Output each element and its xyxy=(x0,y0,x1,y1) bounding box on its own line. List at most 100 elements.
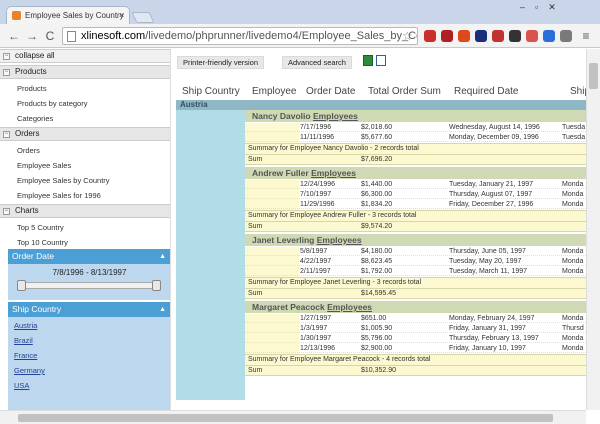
col-total-order-sum[interactable]: Total Order Sum xyxy=(368,86,441,97)
date-range: 7/8/1996 - 8/13/1997 xyxy=(52,268,127,277)
country-link-germany[interactable]: Germany xyxy=(14,366,45,375)
forward-arrow-icon[interactable]: → xyxy=(24,28,40,44)
ship-date: Monda xyxy=(562,335,584,342)
sidebar-item-categories[interactable]: Categories xyxy=(17,114,53,123)
employee-group-header: Margaret Peacock Employees xyxy=(245,301,586,313)
col-ship[interactable]: Ship xyxy=(570,86,586,97)
country-link-austria[interactable]: Austria xyxy=(14,321,37,330)
col-ship-country[interactable]: Ship Country xyxy=(182,86,240,97)
country-link-france[interactable]: France xyxy=(14,351,37,360)
vertical-scroll-thumb[interactable] xyxy=(589,63,598,89)
employee-sum-row: Sum $10,352.90 xyxy=(245,365,586,376)
extension-icon[interactable] xyxy=(560,30,572,42)
sidebar-item-employee-sales-1996[interactable]: Employee Sales for 1996 xyxy=(17,191,101,200)
sidebar-item-employee-sales[interactable]: Employee Sales xyxy=(17,161,71,170)
section-charts[interactable]: − Charts xyxy=(0,204,170,218)
required-date: Thursday, August 07, 1997 xyxy=(449,191,533,198)
collapse-box-icon: − xyxy=(3,131,10,138)
col-required-date[interactable]: Required Date xyxy=(454,86,518,97)
employee-name: Andrew Fuller xyxy=(252,168,309,178)
vertical-scrollbar[interactable] xyxy=(586,49,600,410)
required-date: Wednesday, August 14, 1996 xyxy=(449,124,540,131)
window-controls[interactable]: –▫✕ xyxy=(520,2,566,13)
slider-min-handle[interactable] xyxy=(17,280,26,291)
sidebar-item-orders[interactable]: Orders xyxy=(17,146,40,155)
order-row: 12/13/1996 $2,900.00 Friday, January 10, 1… xyxy=(245,344,586,353)
excel-export-icon[interactable] xyxy=(363,55,373,66)
sidebar-item-top5[interactable]: Top 5 Country xyxy=(17,223,64,232)
url-host: xlinesoft.com xyxy=(81,30,146,42)
order-date-panel: 7/8/1996 - 8/13/1997 xyxy=(8,264,170,300)
printer-friendly-button[interactable]: Printer-friendly version xyxy=(177,56,265,69)
collapse-triangle-icon[interactable]: ▲ xyxy=(159,249,166,264)
sidebar-item-employee-sales-by-country[interactable]: Employee Sales by Country xyxy=(17,176,110,185)
employees-link[interactable]: Employees xyxy=(311,168,356,178)
order-date: 1/27/1997 xyxy=(300,315,332,322)
report-area: Printer-friendly version Advanced search… xyxy=(172,49,586,410)
sidebar-item-top10[interactable]: Top 10 Country xyxy=(17,238,68,247)
employees-link[interactable]: Employees xyxy=(313,111,358,121)
sum-value: $9,574.20 xyxy=(361,223,393,230)
extension-icon[interactable] xyxy=(424,30,436,42)
country-link-brazil[interactable]: Brazil xyxy=(14,336,33,345)
order-sum: $651.00 xyxy=(361,315,387,322)
ship-date: Monda xyxy=(562,258,584,265)
order-date: 11/11/1996 xyxy=(300,134,334,141)
employee-group-header: Nancy Davolio Employees xyxy=(245,110,586,122)
close-tab-icon[interactable]: × xyxy=(119,7,124,24)
employees-link[interactable]: Employees xyxy=(317,235,362,245)
order-row: 1/30/1997 $5,796.00 Thursday, February 13,… xyxy=(245,334,586,343)
ship-country-title: Ship Country xyxy=(12,304,62,314)
employee-name: Janet Leverling xyxy=(252,235,315,245)
collapse-triangle-icon[interactable]: ▲ xyxy=(159,302,166,317)
back-arrow-icon[interactable]: ← xyxy=(6,28,22,44)
reload-icon[interactable]: C xyxy=(42,28,58,44)
sum-value: $14,595.45 xyxy=(361,290,397,297)
extension-icon[interactable] xyxy=(441,30,453,42)
extension-icon[interactable] xyxy=(475,30,487,42)
country-column-fill xyxy=(176,110,245,400)
order-row: 5/8/1997 $4,180.00 Thursday, June 05, 1997… xyxy=(245,247,586,256)
ship-date: Monda xyxy=(562,201,584,208)
chrome-menu-icon[interactable]: ≡ xyxy=(578,28,594,44)
sidebar-item-products-by-category[interactable]: Products by category xyxy=(17,99,87,108)
collapse-all[interactable]: − collapse all xyxy=(0,49,170,63)
sum-value: $7,696.20 xyxy=(361,156,393,163)
slider-max-handle[interactable] xyxy=(152,280,161,291)
ship-country-header[interactable]: Ship Country ▲ xyxy=(8,302,170,317)
word-export-icon[interactable] xyxy=(376,55,386,66)
order-row: 12/24/1996 $1,440.00 Tuesday, January 21, … xyxy=(245,180,586,189)
required-date: Monday, February 24, 1997 xyxy=(449,315,535,322)
section-orders[interactable]: − Orders xyxy=(0,127,170,141)
address-bar[interactable]: xlinesoft.com/livedemo/phprunner/livedem… xyxy=(62,27,418,45)
col-order-date[interactable]: Order Date xyxy=(306,86,355,97)
bookmark-star-icon[interactable]: ☆ xyxy=(402,28,413,44)
sidebar-item-products[interactable]: Products xyxy=(17,84,47,93)
employees-link[interactable]: Employees xyxy=(327,302,372,312)
country-link-usa[interactable]: USA xyxy=(14,381,29,390)
extension-icon[interactable] xyxy=(509,30,521,42)
order-row: 7/10/1997 $6,300.00 Thursday, August 07, 1… xyxy=(245,190,586,199)
order-sum: $5,796.00 xyxy=(361,335,393,342)
extension-icon[interactable] xyxy=(458,30,470,42)
employee-summary-row: Summary for Employee Janet Leverling - 3… xyxy=(245,277,586,288)
date-slider-track[interactable] xyxy=(20,282,160,289)
collapse-box-icon: − xyxy=(3,69,10,76)
employee-summary-row: Summary for Employee Margaret Peacock - … xyxy=(245,354,586,365)
browser-tab[interactable]: Employee Sales by Country × xyxy=(6,6,130,24)
horizontal-scrollbar[interactable] xyxy=(0,410,586,424)
col-employee[interactable]: Employee xyxy=(252,86,296,97)
sidebar: − collapse all − Products Products Produ… xyxy=(0,49,171,410)
extension-icon[interactable] xyxy=(543,30,555,42)
extension-icon[interactable] xyxy=(526,30,538,42)
order-date-title: Order Date xyxy=(12,251,55,261)
order-date: 11/29/1996 xyxy=(300,201,335,208)
advanced-search-button[interactable]: Advanced search xyxy=(282,56,352,69)
order-row: 1/27/1997 $651.00 Monday, February 24, 199… xyxy=(245,314,586,323)
collapse-box-icon: − xyxy=(3,208,10,215)
extension-icon[interactable] xyxy=(492,30,504,42)
horizontal-scroll-thumb[interactable] xyxy=(18,414,553,422)
order-date-header[interactable]: Order Date ▲ xyxy=(8,249,170,264)
order-row: 4/22/1997 $8,623.45 Tuesday, May 20, 1997 M… xyxy=(245,257,586,266)
section-products[interactable]: − Products xyxy=(0,65,170,79)
